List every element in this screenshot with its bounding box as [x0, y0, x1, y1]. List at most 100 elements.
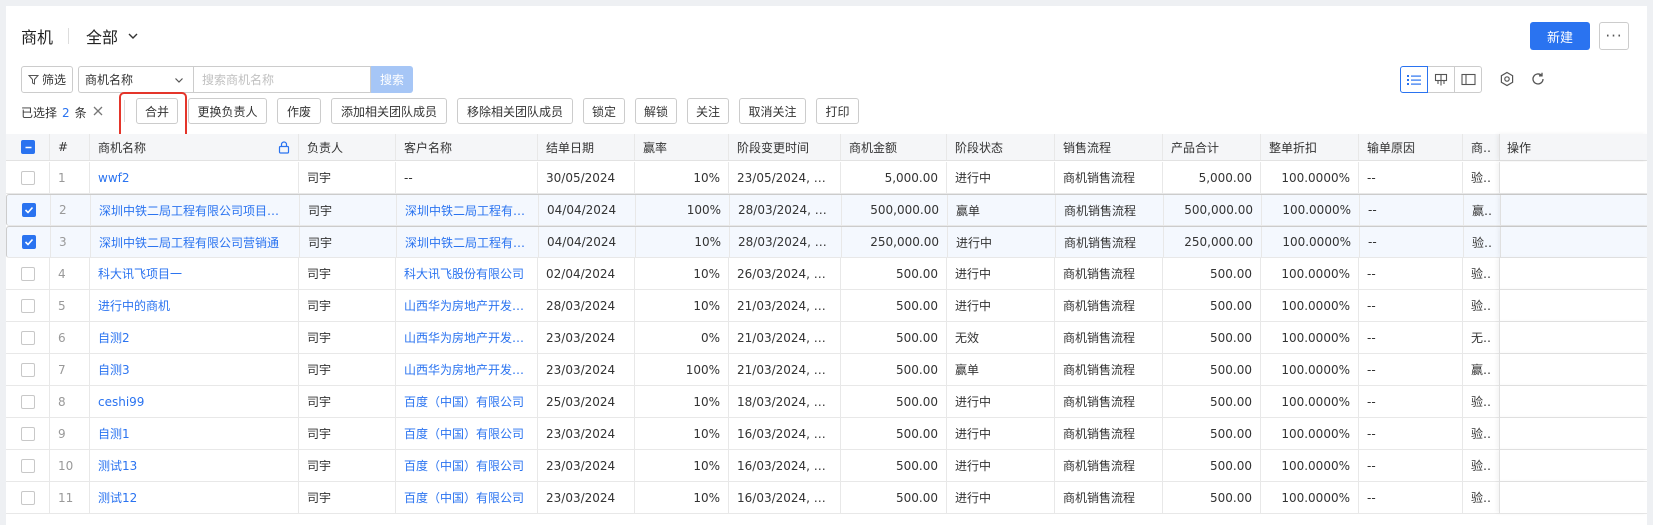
col-discount[interactable]: 整单折扣 — [1261, 134, 1359, 160]
select-all-cell[interactable] — [6, 134, 50, 160]
cell-customer[interactable]: 百度（中国）有限公司 — [396, 450, 538, 481]
cell-name[interactable]: 自测2 — [90, 322, 299, 353]
table-row[interactable]: 8 ceshi99 司宇 百度（中国）有限公司 25/03/2024 10% 18/03/2… — [6, 386, 1647, 418]
merge-button[interactable]: 合并 — [136, 98, 178, 124]
cell-customer[interactable]: 科大讯飞股份有限公司 — [396, 258, 538, 289]
row-select-cell[interactable] — [6, 354, 50, 385]
row-select-cell[interactable] — [6, 450, 50, 481]
col-lose-reason[interactable]: 输单原因 — [1359, 134, 1463, 160]
table-row[interactable]: 11 测试12 司宇 百度（中国）有限公司 23/03/2024 10% 16/03/202… — [6, 482, 1647, 514]
cell-name[interactable]: 深圳中铁二局工程有限公司营销通 — [91, 227, 300, 257]
cell-name[interactable]: 测试13 — [90, 450, 299, 481]
col-product-total[interactable]: 产品合计 — [1163, 134, 1261, 160]
row-select-cell[interactable] — [6, 322, 50, 353]
void-button[interactable]: 作废 — [277, 98, 321, 124]
col-name[interactable]: 商机名称 — [90, 134, 299, 160]
change-owner-button[interactable]: 更换负责人 — [188, 98, 267, 124]
row-checkbox[interactable] — [22, 203, 36, 217]
unfollow-button[interactable]: 取消关注 — [739, 98, 806, 124]
lock-button[interactable]: 锁定 — [583, 98, 625, 124]
cell-customer[interactable]: 山西华为房地产开发有限公司 — [396, 290, 538, 321]
select-all-checkbox[interactable] — [21, 140, 35, 154]
row-actions-cell[interactable] — [1499, 258, 1647, 289]
row-checkbox[interactable] — [21, 458, 35, 473]
col-owner[interactable]: 负责人 — [299, 134, 396, 160]
cell-name[interactable]: 进行中的商机 — [90, 290, 299, 321]
row-checkbox[interactable] — [21, 330, 35, 345]
row-actions-cell[interactable] — [1499, 354, 1647, 385]
col-stage-status[interactable]: 阶段状态 — [947, 134, 1055, 160]
add-team-member-button[interactable]: 添加相关团队成员 — [331, 98, 447, 124]
print-button[interactable]: 打印 — [816, 98, 859, 124]
unlock-button[interactable]: 解锁 — [635, 98, 677, 124]
col-close-date[interactable]: 结单日期 — [538, 134, 635, 160]
row-actions-cell[interactable] — [1499, 482, 1647, 513]
clear-selection-icon[interactable] — [91, 104, 105, 118]
row-checkbox[interactable] — [21, 362, 35, 377]
row-checkbox[interactable] — [22, 235, 36, 249]
settings-button[interactable] — [1497, 69, 1517, 89]
filter-button[interactable]: 筛选 — [21, 66, 73, 93]
row-select-cell[interactable] — [6, 482, 50, 513]
follow-button[interactable]: 关注 — [687, 98, 729, 124]
col-customer[interactable]: 客户名称 — [396, 134, 538, 160]
row-select-cell[interactable] — [7, 227, 51, 257]
col-stage[interactable]: 商机阶段 — [1463, 134, 1499, 160]
row-checkbox[interactable] — [21, 394, 35, 409]
row-select-cell[interactable] — [6, 290, 50, 321]
cell-name[interactable]: 科大讯飞项目一 — [90, 258, 299, 289]
table-row[interactable]: 6自测2司宇山西华为房地产开发有限公司23/03/20240%21/03/202… — [6, 322, 1647, 354]
row-select-cell[interactable] — [6, 258, 50, 289]
cell-customer[interactable]: 山西华为房地产开发有限公司 — [396, 354, 538, 385]
table-row[interactable]: 7自测3司宇山西华为房地产开发有限公司23/03/2024100%21/03/2… — [6, 354, 1647, 386]
table-row[interactable]: 10 测试13 司宇 百度（中国）有限公司 23/03/2024 10% 16/03/202… — [6, 450, 1647, 482]
refresh-button[interactable] — [1528, 69, 1548, 89]
col-win-rate[interactable]: 赢率 — [635, 134, 729, 160]
kanban-view-button[interactable] — [1427, 66, 1455, 93]
row-select-cell[interactable] — [6, 418, 50, 449]
cell-customer[interactable]: 深圳中铁二局工程有限公司 — [397, 195, 539, 225]
list-view-button[interactable] — [1400, 66, 1428, 93]
row-select-cell[interactable] — [7, 195, 51, 225]
row-actions-cell[interactable] — [1499, 450, 1647, 481]
more-button[interactable]: ··· — [1599, 22, 1629, 50]
row-select-cell[interactable] — [6, 162, 50, 193]
cell-customer[interactable]: 深圳中铁二局工程有限公司 — [397, 227, 539, 257]
row-actions-cell[interactable] — [1499, 290, 1647, 321]
view-selector[interactable]: 全部 — [86, 24, 140, 48]
table-row[interactable]: 3深圳中铁二局工程有限公司营销通司宇深圳中铁二局工程有限公司04/04/2024… — [6, 226, 1647, 258]
row-checkbox[interactable] — [21, 298, 35, 313]
new-button[interactable]: 新建 — [1530, 22, 1590, 50]
table-row[interactable]: 1wwf2司宇--30/05/202410%23/05/2024, 15:375… — [6, 162, 1647, 194]
row-select-cell[interactable] — [6, 386, 50, 417]
cell-name[interactable]: 自测1 — [90, 418, 299, 449]
cell-name[interactable]: 自测3 — [90, 354, 299, 385]
cell-customer[interactable]: 百度（中国）有限公司 — [396, 482, 538, 513]
search-input[interactable] — [193, 66, 371, 93]
row-actions-cell[interactable] — [1499, 386, 1647, 417]
cell-customer[interactable]: 百度（中国）有限公司 — [396, 386, 538, 417]
cell-name[interactable]: wwf2 — [90, 162, 299, 193]
search-field-select[interactable]: 商机名称 — [78, 66, 193, 93]
cell-name[interactable]: ceshi99 — [90, 386, 299, 417]
col-amount[interactable]: 商机金额 — [841, 134, 947, 160]
cell-name[interactable]: 深圳中铁二局工程有限公司项目管理系统 — [91, 195, 300, 225]
row-checkbox[interactable] — [21, 426, 35, 441]
remove-team-member-button[interactable]: 移除相关团队成员 — [457, 98, 573, 124]
row-actions-cell[interactable] — [1500, 195, 1647, 225]
row-checkbox[interactable] — [21, 490, 35, 505]
split-view-button[interactable] — [1454, 66, 1482, 93]
row-actions-cell[interactable] — [1499, 418, 1647, 449]
row-checkbox[interactable] — [21, 266, 35, 281]
row-checkbox[interactable] — [21, 170, 35, 185]
table-row[interactable]: 5进行中的商机司宇山西华为房地产开发有限公司28/03/202410%21/03… — [6, 290, 1647, 322]
table-row[interactable]: 9 自测1 司宇 百度（中国）有限公司 23/03/2024 10% 16/03/2024,… — [6, 418, 1647, 450]
table-row[interactable]: 4 科大讯飞项目一 司宇 科大讯飞股份有限公司 02/04/2024 10% 26/03/2… — [6, 258, 1647, 290]
row-actions-cell[interactable] — [1500, 227, 1647, 257]
row-actions-cell[interactable] — [1499, 322, 1647, 353]
col-sales-process[interactable]: 销售流程 — [1055, 134, 1163, 160]
cell-customer[interactable]: 山西华为房地产开发有限公司 — [396, 322, 538, 353]
search-button[interactable]: 搜索 — [371, 66, 413, 93]
row-actions-cell[interactable] — [1499, 162, 1647, 193]
cell-name[interactable]: 测试12 — [90, 482, 299, 513]
